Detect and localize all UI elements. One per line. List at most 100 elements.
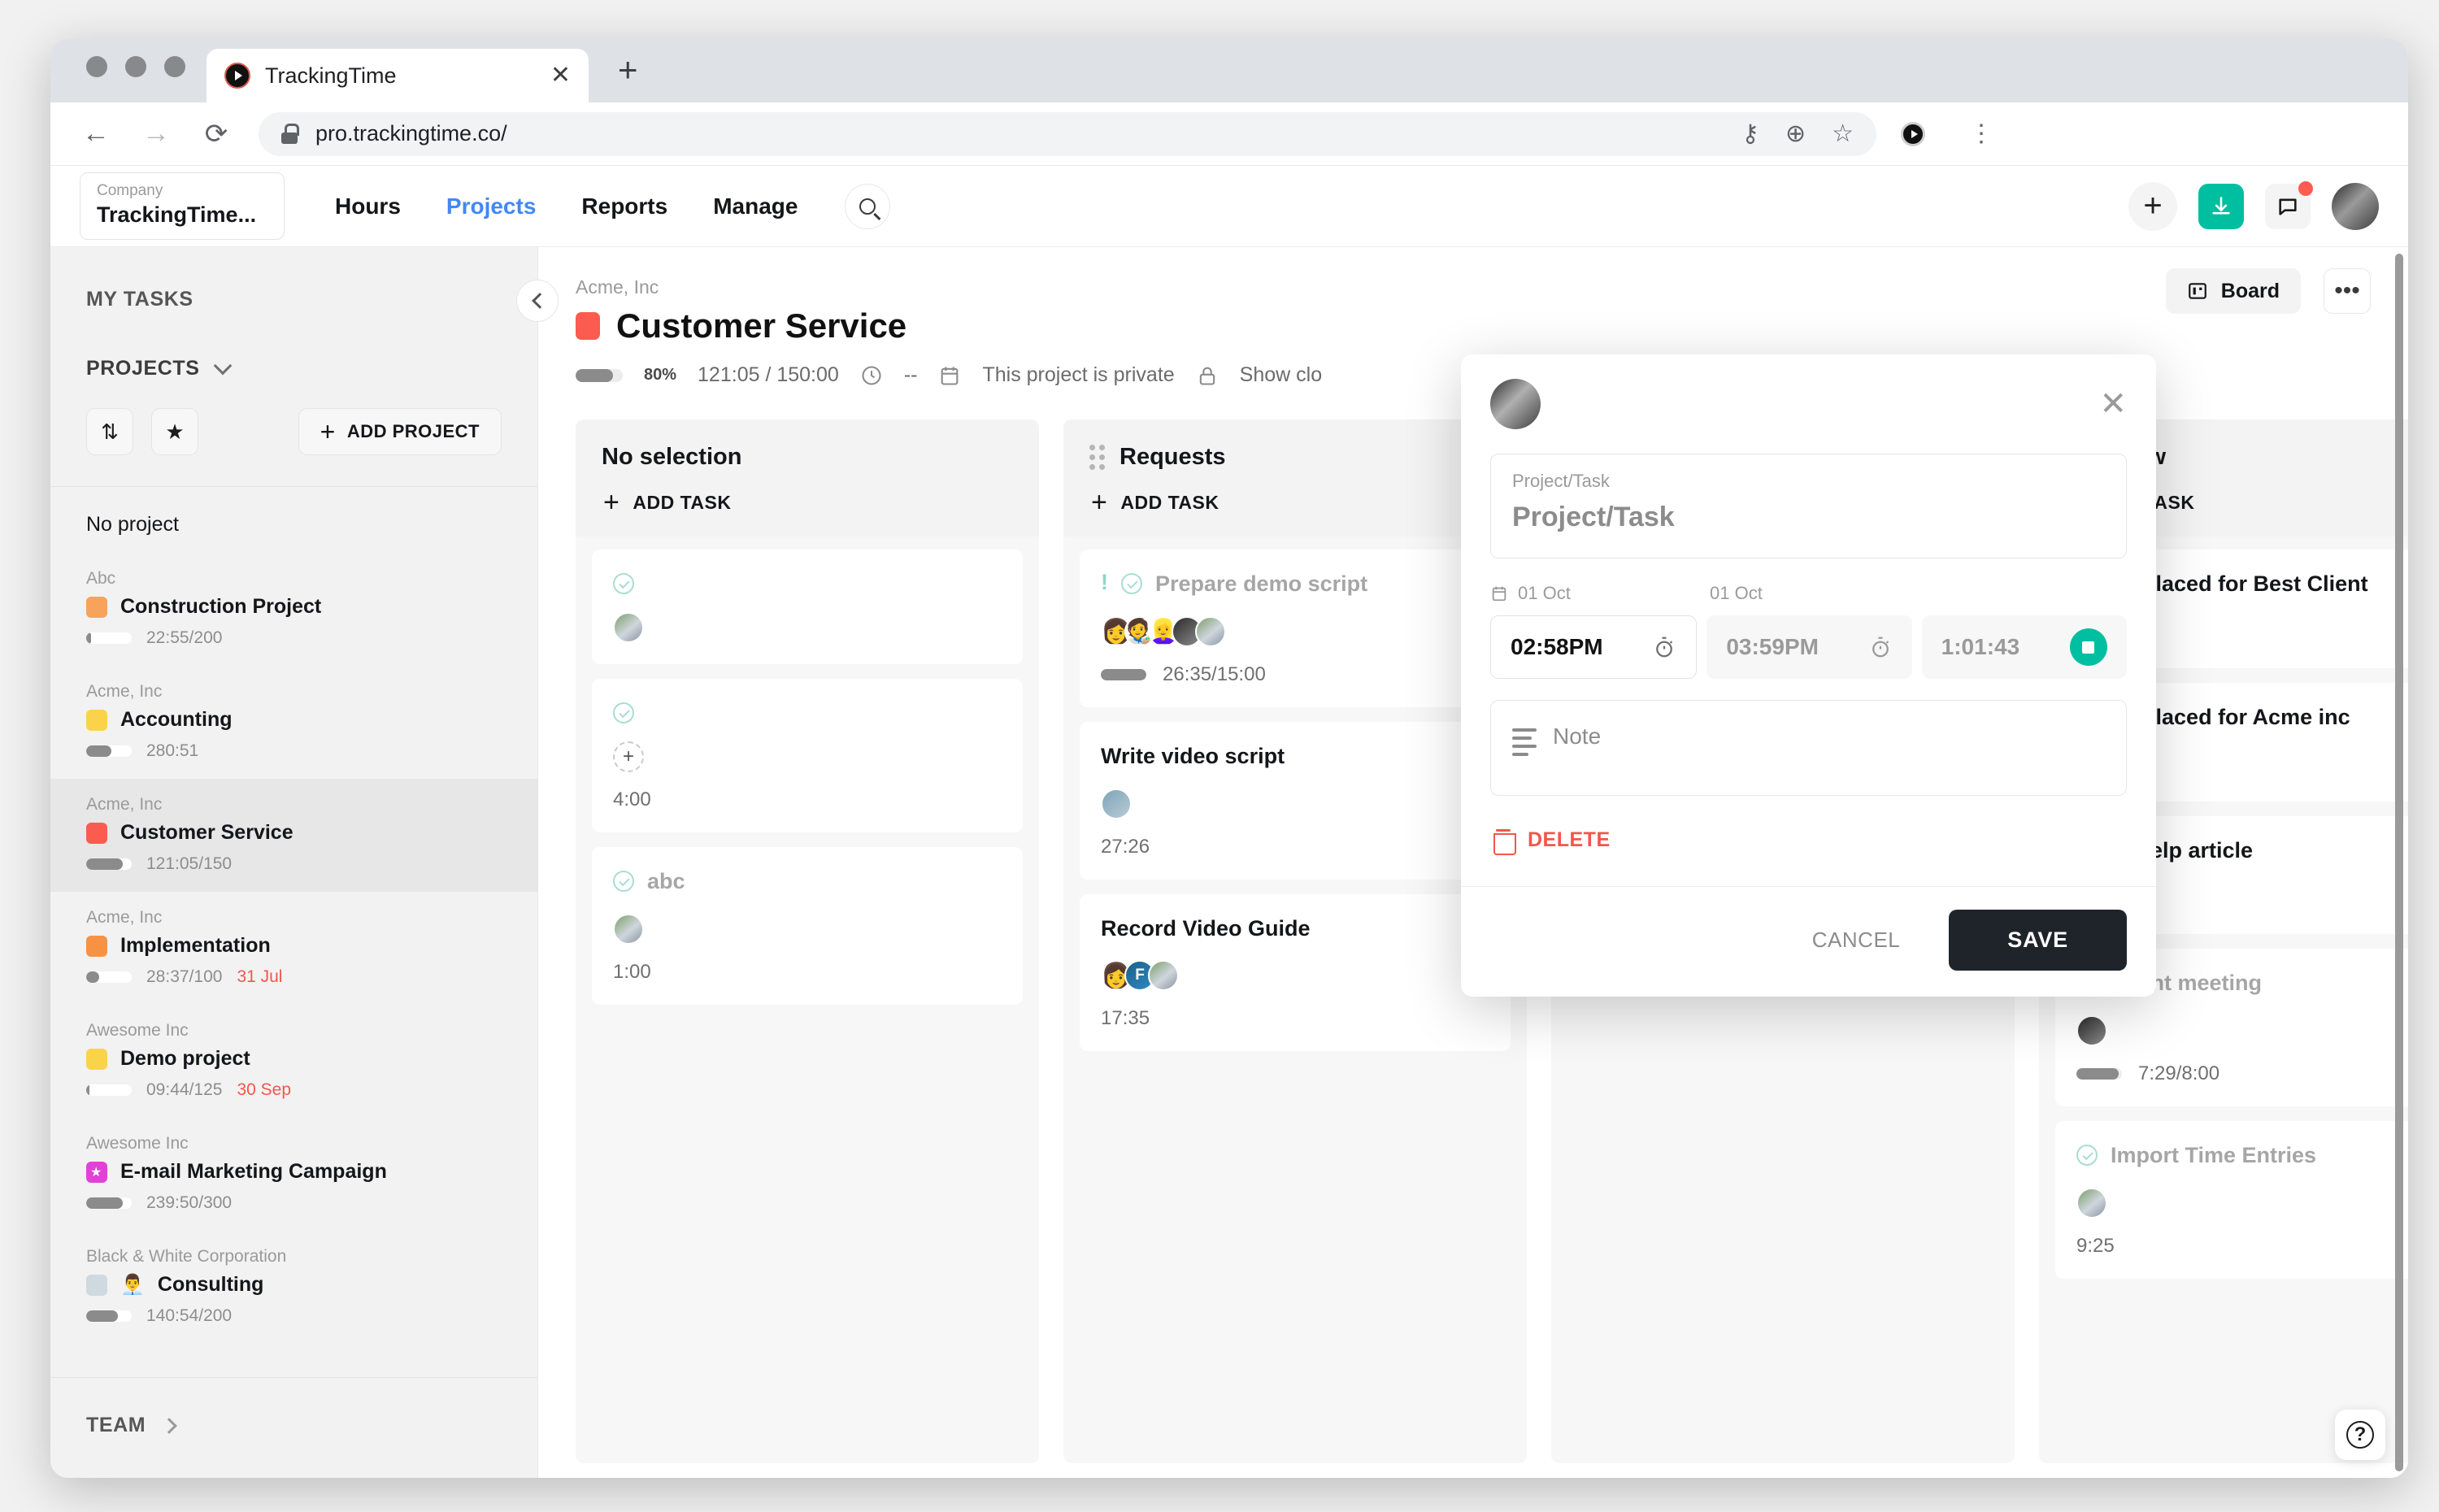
user-avatar[interactable] [2332,182,2379,230]
start-time-input[interactable]: 02:58PM [1490,615,1698,679]
sort-button[interactable]: ⇅ [86,408,133,455]
start-date[interactable]: 01 Oct [1518,583,1571,604]
nav-projects[interactable]: Projects [424,193,559,219]
favicon-trackingtime [224,63,250,89]
show-closed-toggle[interactable]: Show clo [1240,363,1322,387]
company-selector[interactable]: Company TrackingTime... [80,172,285,240]
browser-tab[interactable]: TrackingTime ✕ [207,49,589,102]
password-key-icon[interactable]: ⚷ [1741,119,1759,148]
task-complete-checkbox[interactable] [1121,573,1142,594]
search-button[interactable] [845,183,891,229]
browser-menu-icon[interactable]: ⋮ [1969,121,1993,146]
sidebar-item-project[interactable]: Black & White Corporation 👨‍💼 Consulting 14… [50,1231,537,1344]
reload-icon[interactable]: ⟳ [198,118,234,150]
maximize-window-dot[interactable] [164,56,185,77]
task-time: 17:35 [1101,1007,1150,1030]
sidebar-item-project[interactable]: Awesome Inc ★ E-mail Marketing Campaign 239… [50,1118,537,1231]
sidebar-projects-label: PROJECTS [86,357,200,380]
avatar [1101,788,1132,819]
task-card[interactable]: +4:00 [592,679,1023,832]
vertical-scrollbar[interactable] [2395,254,2403,1471]
task-complete-checkbox[interactable] [613,573,634,594]
window-controls[interactable] [86,39,185,102]
project-time: 280:51 [146,741,199,760]
assignees: 👩 🧑‍🎨 👱‍♀️ [1101,615,1489,647]
install-app-icon[interactable]: ⊕ [1785,119,1806,148]
url-text: pro.trackingtime.co/ [315,121,507,146]
project-color-swatch [86,596,107,618]
project-progress-bar [86,1197,132,1209]
project-task-field[interactable]: Project/Task Project/Task [1490,454,2127,558]
sidebar-my-tasks[interactable]: MY TASKS [50,247,537,311]
task-complete-checkbox[interactable] [613,702,634,723]
task-card[interactable]: abc 1:00 [592,847,1023,1005]
add-project-button[interactable]: + ADD PROJECT [298,408,502,455]
add-task-button[interactable]: + ADD TASK [1089,471,1501,537]
times-row: 02:58PM 03:59PM 1:01:43 [1490,615,2127,679]
project-percent: 80% [644,366,677,384]
drag-handle-icon[interactable] [1089,445,1105,470]
forward-icon[interactable]: → [138,118,174,150]
back-icon[interactable]: ← [78,118,114,150]
project-due-date: 31 Jul [237,967,283,986]
project-client: Acme, Inc [86,795,163,814]
browser-window: TrackingTime ✕ + ← → ⟳ pro.trackingtime.… [50,39,2408,1478]
address-bar[interactable]: pro.trackingtime.co/ ⚷ ⊕ ☆ [259,111,1876,156]
cancel-button[interactable]: CANCEL [1793,919,1919,961]
sidebar-item-project[interactable]: Acme, Inc Customer Service 121:05/150 [50,779,537,892]
favorites-button[interactable]: ★ [151,408,198,455]
screen: TrackingTime ✕ + ← → ⟳ pro.trackingtime.… [0,0,2439,1512]
browser-omnibar: ← → ⟳ pro.trackingtime.co/ ⚷ ⊕ ☆ ⋮ [50,102,2408,166]
trash-icon [1493,828,1516,855]
nav-manage[interactable]: Manage [690,193,820,219]
save-button[interactable]: SAVE [1949,910,2127,971]
minimize-window-dot[interactable] [125,56,146,77]
add-assignee-button[interactable]: + [613,741,644,772]
nav-reports[interactable]: Reports [559,193,690,219]
delete-button[interactable]: DELETE [1490,796,2127,886]
collapse-sidebar-button[interactable] [516,280,559,322]
task-card[interactable]: ! Prepare demo script 👩 🧑‍🎨 👱‍♀️ 26:35/15:00 [1080,550,1511,707]
assignees [613,612,1002,643]
view-board-button[interactable]: Board [2165,268,2301,314]
task-card[interactable]: Write video script 27:26 [1080,721,1511,880]
sidebar-item-project[interactable]: Abc Construction Project 22:55/200 [50,553,537,666]
messages-button[interactable] [2265,180,2313,229]
note-input[interactable]: Note [1490,700,2127,796]
add-new-button[interactable]: + [2128,181,2177,231]
task-complete-checkbox[interactable] [2076,1145,2098,1166]
close-icon[interactable]: ✕ [2099,388,2127,420]
close-tab-icon[interactable]: ✕ [550,63,571,88]
sidebar-team-section[interactable]: TEAM [50,1377,537,1478]
browser-tabstrip: TrackingTime ✕ + [50,39,2408,102]
sidebar-projects-header[interactable]: PROJECTS [50,311,537,380]
task-title: Prepare demo script [1155,571,1368,596]
download-button[interactable] [2198,183,2244,229]
task-title: abc [647,869,685,893]
task-card[interactable] [592,550,1023,664]
stop-timer-button[interactable] [2069,628,2107,666]
project-name: Demo project [120,1047,250,1070]
sidebar-item-project[interactable]: Acme, Inc Implementation 28:37/100 31 Jul [50,892,537,1005]
help-button[interactable]: ? [2335,1410,2385,1460]
project-color-swatch [86,1274,107,1296]
sidebar-item-project[interactable]: Acme, Inc Accounting 280:51 [50,666,537,779]
new-tab-icon[interactable]: + [618,50,638,102]
project-color-swatch [576,312,600,340]
sidebar-item-project[interactable]: Awesome Inc Demo project 09:44/125 30 Sep [50,1005,537,1118]
end-time-input[interactable]: 03:59PM [1706,615,1912,679]
sidebar-item-no-project[interactable]: No project [50,487,537,548]
project-color-swatch [86,935,107,957]
bookmark-star-icon[interactable]: ☆ [1832,119,1854,148]
trackingtime-extension-icon[interactable] [1901,121,1925,146]
calendar-icon [941,367,959,385]
add-task-button[interactable]: + ADD TASK [602,471,1013,537]
nav-hours[interactable]: Hours [312,193,424,219]
end-date[interactable]: 01 Oct [1710,583,1929,604]
close-window-dot[interactable] [86,56,107,77]
task-card[interactable]: Record Video Guide 👩 F 17:35 [1080,893,1511,1052]
task-card[interactable]: Import Time Entries 9:25 [2055,1121,2408,1279]
project-more-button[interactable]: ••• [2324,268,2371,314]
task-complete-checkbox[interactable] [613,871,634,892]
column-cards: +4:00 abc 1:00 [576,537,1039,1021]
